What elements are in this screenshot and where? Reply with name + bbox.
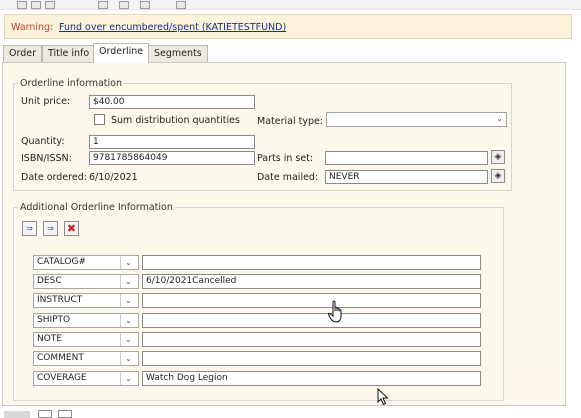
- sum-distribution-label: Sum distribution quantities: [111, 115, 240, 126]
- quantity-label: Quantity:: [21, 136, 65, 147]
- toolbar-icon[interactable]: [31, 1, 41, 9]
- hand-cursor-icon: [327, 300, 342, 323]
- date-ordered-value: 6/10/2021: [89, 172, 138, 183]
- field-select-note[interactable]: NOTE ⌄: [33, 332, 139, 347]
- warning-bar: Warning: Fund over encumbered/spent (KAT…: [4, 14, 572, 39]
- parts-in-set-label: Parts in set:: [257, 153, 314, 164]
- diamond-lookup-icon[interactable]: ◈: [491, 169, 505, 183]
- field-value-catalog[interactable]: [142, 255, 481, 270]
- date-mailed-field[interactable]: NEVER: [325, 170, 488, 184]
- unit-price-field[interactable]: $40.00: [89, 95, 255, 109]
- toolbar-icon[interactable]: [17, 1, 27, 9]
- tab-title-info[interactable]: Title info: [42, 45, 96, 62]
- field-select-desc[interactable]: DESC ⌄: [33, 274, 139, 289]
- field-value-shipto[interactable]: [142, 313, 481, 328]
- field-select-instruct[interactable]: INSTRUCT ⌄: [33, 293, 139, 308]
- field-select-catalog[interactable]: CATALOG# ⌄: [33, 255, 139, 270]
- chevron-down-icon: ⌄: [496, 114, 503, 123]
- chevron-down-icon: ⌄: [125, 277, 132, 286]
- chevron-down-icon: ⌄: [125, 258, 132, 267]
- field-value-desc[interactable]: 6/10/2021Cancelled: [142, 274, 481, 289]
- bottom-icon: [58, 410, 72, 418]
- tab-order[interactable]: Order: [3, 45, 42, 62]
- chevron-down-icon: ⌄: [125, 335, 132, 344]
- toolbar-icon[interactable]: [176, 1, 186, 9]
- chevron-down-icon: ⌄: [125, 316, 132, 325]
- diamond-lookup-icon[interactable]: ◈: [491, 150, 505, 164]
- arrow-cursor-icon: [377, 388, 389, 406]
- field-value-instruct[interactable]: [142, 293, 481, 308]
- warning-fund-link[interactable]: Fund over encumbered/spent (KATIETESTFUN…: [59, 22, 286, 33]
- warning-label: Warning:: [11, 22, 54, 33]
- chevron-down-icon: ⌄: [125, 354, 132, 363]
- field-select-comment[interactable]: COMMENT ⌄: [33, 351, 139, 366]
- isbn-label: ISBN/ISSN:: [21, 153, 72, 164]
- insert-row-before-icon[interactable]: ⇒: [22, 221, 37, 236]
- parts-in-set-field[interactable]: [325, 151, 488, 165]
- date-mailed-label: Date mailed:: [257, 172, 319, 183]
- delete-x-icon[interactable]: ✖: [64, 221, 79, 236]
- insert-row-after-icon[interactable]: ⇒: [43, 221, 58, 236]
- field-select-shipto[interactable]: SHIPTO ⌄: [33, 313, 139, 328]
- field-select-coverage[interactable]: COVERAGE ⌄: [33, 371, 139, 386]
- toolbar-strip: [0, 0, 581, 10]
- tab-orderline[interactable]: Orderline: [93, 43, 150, 63]
- toolbar-icon[interactable]: [140, 1, 150, 9]
- isbn-field[interactable]: 9781785864049: [89, 151, 255, 165]
- quantity-field[interactable]: 1: [89, 135, 255, 149]
- material-type-label: Material type:: [257, 116, 324, 127]
- unit-price-label: Unit price:: [21, 96, 71, 107]
- sum-distribution-checkbox[interactable]: [94, 114, 105, 125]
- bottom-icon: [4, 411, 30, 418]
- date-ordered-label: Date ordered:: [21, 172, 87, 183]
- field-value-note[interactable]: [142, 332, 481, 347]
- chevron-down-icon: ⌄: [125, 296, 132, 305]
- toolbar-icon[interactable]: [119, 1, 129, 9]
- tab-segments[interactable]: Segments: [148, 45, 208, 62]
- bottom-icon: [38, 410, 52, 418]
- additional-info-legend: Additional Orderline Information: [18, 202, 175, 213]
- background-shape: [506, 372, 558, 400]
- toolbar-icon[interactable]: [98, 1, 108, 9]
- orderline-info-legend: Orderline information: [18, 78, 124, 89]
- field-value-comment[interactable]: [142, 351, 481, 366]
- material-type-select[interactable]: ⌄: [326, 112, 507, 127]
- chevron-down-icon: ⌄: [125, 374, 132, 383]
- field-value-coverage[interactable]: Watch Dog Legion: [142, 371, 481, 386]
- toolbar-icon[interactable]: [45, 1, 55, 9]
